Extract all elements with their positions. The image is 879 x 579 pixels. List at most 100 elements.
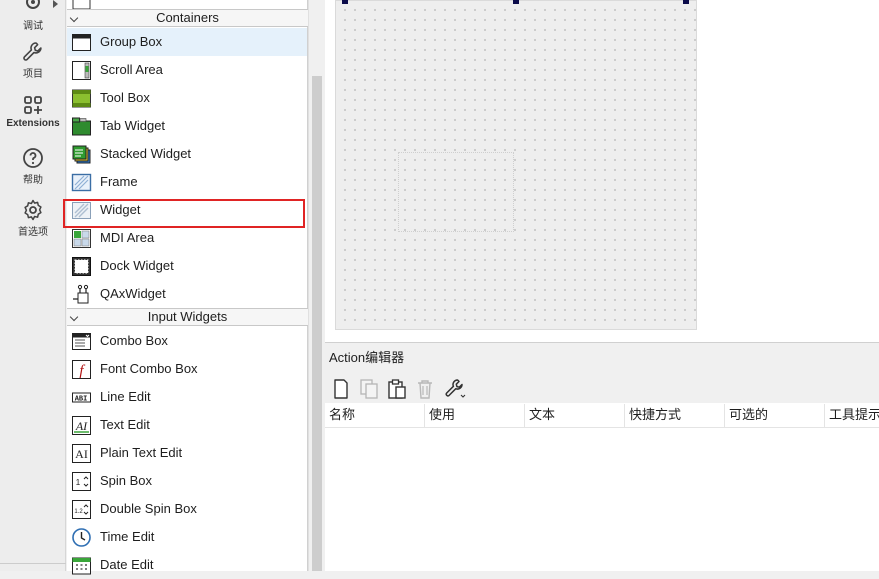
column-header[interactable]: 使用 bbox=[425, 404, 525, 428]
widget-item-label: Spin Box bbox=[100, 473, 153, 488]
widget-item-widget[interactable]: Widget bbox=[67, 196, 307, 224]
double-spin-box-icon: 1.2 bbox=[72, 500, 91, 519]
paste-icon[interactable] bbox=[385, 377, 409, 401]
widget-item-label: Widget bbox=[100, 202, 141, 217]
mode-label: 项目 bbox=[23, 69, 43, 80]
widget-item-spin-box[interactable]: 1 Spin Box bbox=[67, 467, 307, 495]
category-containers[interactable]: Containers bbox=[67, 9, 308, 27]
widget-item-label: Dock Widget bbox=[100, 258, 174, 273]
gear-icon bbox=[24, 199, 42, 221]
mode-help[interactable]: 帮助 bbox=[0, 146, 66, 186]
widget-item-label: Text Edit bbox=[100, 417, 150, 432]
expand-arrow-icon[interactable] bbox=[53, 0, 58, 8]
widget-box: Containers Group Box Scroll Area Tool Bo… bbox=[67, 0, 308, 575]
widget-item-label: Double Spin Box bbox=[100, 501, 197, 516]
wrench-icon bbox=[23, 42, 42, 61]
chevron-down-icon bbox=[69, 13, 79, 23]
delete-icon[interactable] bbox=[413, 377, 437, 401]
debug-icon bbox=[26, 0, 40, 9]
widget-item-text-edit[interactable]: AI Text Edit bbox=[67, 411, 307, 439]
combo-box-icon bbox=[72, 333, 91, 350]
widget-item-frame[interactable]: Frame bbox=[67, 168, 307, 196]
column-header[interactable]: 工具提示 bbox=[825, 404, 879, 428]
category-input-widgets[interactable]: Input Widgets bbox=[67, 308, 308, 326]
mode-projects[interactable]: 项目 bbox=[0, 40, 66, 80]
group-box-icon bbox=[72, 34, 91, 51]
mode-extensions[interactable]: Extensions bbox=[0, 93, 66, 129]
category-label: Input Widgets bbox=[147, 309, 228, 324]
divider bbox=[0, 563, 66, 564]
svg-text:1: 1 bbox=[76, 478, 81, 487]
new-action-icon[interactable] bbox=[329, 377, 353, 401]
configure-icon[interactable] bbox=[443, 377, 467, 401]
widget-item-label: Scroll Area bbox=[100, 62, 163, 77]
widget-item-label: Time Edit bbox=[100, 529, 155, 544]
widget-item-label: Tab Widget bbox=[100, 118, 166, 133]
date-edit-icon bbox=[72, 557, 91, 575]
widget-item-combo-box[interactable]: Combo Box bbox=[67, 327, 307, 355]
widget-item-scroll-area[interactable]: Scroll Area bbox=[67, 56, 307, 84]
widget-item-label: Plain Text Edit bbox=[100, 445, 183, 460]
widget-item-time-edit[interactable]: Time Edit bbox=[67, 523, 307, 551]
action-table-header: 名称 使用 文本 快捷方式 可选的 工具提示 bbox=[325, 404, 879, 428]
widget-item-label: QAxWidget bbox=[100, 286, 166, 301]
column-header[interactable]: 名称 bbox=[325, 404, 425, 428]
widget-box-scrollbar[interactable] bbox=[308, 0, 324, 571]
widget-item-label: Group Box bbox=[100, 34, 163, 49]
widget-item-plain-text-edit[interactable]: AI Plain Text Edit bbox=[67, 439, 307, 467]
svg-text:ABI: ABI bbox=[75, 396, 88, 404]
widget-icon bbox=[72, 202, 91, 219]
tool-box-icon bbox=[72, 89, 91, 108]
resize-handle[interactable] bbox=[513, 0, 519, 4]
widget-item-label: Tool Box bbox=[100, 90, 150, 105]
extensions-icon bbox=[24, 96, 42, 114]
tab-widget-icon bbox=[72, 117, 91, 136]
mode-label: Extensions bbox=[6, 118, 60, 129]
svg-text:AI: AI bbox=[75, 419, 88, 433]
text-edit-icon: AI bbox=[72, 416, 91, 435]
widget-item-label: Stacked Widget bbox=[100, 146, 192, 161]
widget-item-label: Combo Box bbox=[100, 333, 168, 348]
action-editor-panel: Action编辑器 名称 使用 文本 快捷方式 可选的 工具提示 bbox=[325, 342, 879, 571]
category-label: Containers bbox=[156, 10, 219, 25]
widget-item-qaxwidget[interactable]: QAxWidget bbox=[67, 280, 307, 308]
widget-item-tool-box[interactable]: Tool Box bbox=[67, 84, 307, 112]
mode-label: 首选项 bbox=[18, 227, 48, 238]
widget-item-dock-widget[interactable]: Dock Widget bbox=[67, 252, 307, 280]
resize-handle[interactable] bbox=[342, 0, 348, 4]
column-header[interactable]: 快捷方式 bbox=[625, 404, 725, 428]
svg-text:1.2: 1.2 bbox=[74, 509, 83, 515]
frame-icon bbox=[71, 173, 92, 192]
action-editor-title: Action编辑器 bbox=[325, 343, 879, 373]
mode-label: 调试 bbox=[23, 21, 43, 32]
widget-item-mdi-area[interactable]: MDI Area bbox=[67, 224, 307, 252]
column-header[interactable]: 文本 bbox=[525, 404, 625, 428]
form-canvas[interactable] bbox=[335, 0, 697, 330]
mdi-area-icon bbox=[72, 229, 91, 248]
widget-item-line-edit[interactable]: ABI Line Edit bbox=[67, 383, 307, 411]
drop-placeholder bbox=[398, 152, 514, 232]
widget-item-label: Line Edit bbox=[100, 389, 151, 404]
mode-label: 帮助 bbox=[23, 175, 43, 186]
time-edit-icon bbox=[72, 528, 91, 547]
widget-item-date-edit[interactable]: Date Edit bbox=[67, 551, 307, 579]
mode-preferences[interactable]: 首选项 bbox=[0, 198, 66, 238]
qaxwidget-icon bbox=[73, 284, 89, 304]
resize-handle[interactable] bbox=[683, 0, 689, 4]
stacked-widget-icon bbox=[72, 145, 91, 164]
line-edit-icon: ABI bbox=[72, 392, 91, 404]
scroll-area-icon bbox=[72, 61, 91, 80]
widget-item-font-combo-box[interactable]: f Font Combo Box bbox=[67, 355, 307, 383]
widget-item-double-spin-box[interactable]: 1.2 Double Spin Box bbox=[67, 495, 307, 523]
dock-widget-icon bbox=[72, 257, 91, 276]
widget-item-group-box[interactable]: Group Box bbox=[67, 28, 307, 56]
widget-item-tab-widget[interactable]: Tab Widget bbox=[67, 112, 307, 140]
action-editor-toolbar bbox=[325, 373, 879, 403]
mode-debug[interactable]: 调试 bbox=[0, 0, 66, 32]
scrollbar-thumb[interactable] bbox=[312, 76, 322, 571]
copy-icon[interactable] bbox=[357, 377, 381, 401]
column-header[interactable]: 可选的 bbox=[725, 404, 825, 428]
widget-item-label: Font Combo Box bbox=[100, 361, 198, 376]
mode-bar: 调试 项目 Extensions 帮助 首选项 bbox=[0, 0, 66, 571]
widget-item-stacked-widget[interactable]: Stacked Widget bbox=[67, 140, 307, 168]
